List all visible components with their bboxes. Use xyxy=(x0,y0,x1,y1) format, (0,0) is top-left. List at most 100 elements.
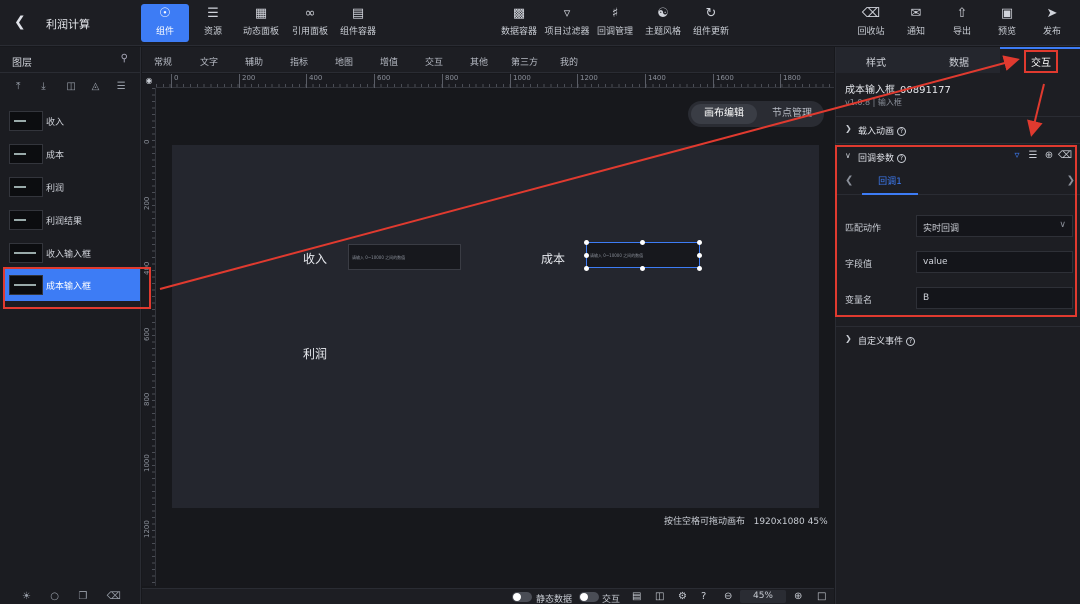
ruler-label: 1200 xyxy=(580,74,598,82)
help-icon[interactable]: ? xyxy=(701,591,706,602)
tab-text[interactable]: 文字 xyxy=(200,55,218,68)
layer-align-toolbar: ⤒ ⤓ ◫ ◬ ☰ xyxy=(16,81,139,92)
data-container-button[interactable]: ▩ 数据容器 xyxy=(495,4,543,42)
layer-item-profit-result[interactable]: 利润结果 xyxy=(4,205,140,235)
custom-event-section[interactable]: ❯ 自定义事件? xyxy=(836,326,1080,352)
tab-value-added[interactable]: 增值 xyxy=(380,55,398,68)
resize-handle[interactable] xyxy=(697,266,702,271)
component-container-button[interactable]: ▤ 组件容器 xyxy=(334,4,382,42)
add-icon[interactable]: ⊕ xyxy=(1041,150,1057,161)
canvas-hint: 按住空格可拖动画布 1920x1080 45% xyxy=(664,514,828,527)
cost-text[interactable]: 成本 xyxy=(541,250,565,267)
callback-manage-button[interactable]: ♯ 回调管理 xyxy=(591,4,639,42)
lightbulb-icon[interactable]: ☀ xyxy=(22,591,47,602)
resize-handle[interactable] xyxy=(697,240,702,245)
cost-input-component[interactable]: 请输入 0~10000 之间的数值 xyxy=(586,242,700,268)
zoom-in-icon[interactable]: ⊕ xyxy=(794,591,802,602)
help-icon[interactable]: ? xyxy=(897,154,907,163)
eye-icon[interactable]: ◉ xyxy=(142,74,156,88)
zoom-out-icon[interactable]: ⊖ xyxy=(724,591,732,602)
filter-icon[interactable]: ▿ xyxy=(1009,150,1025,161)
interaction-toggle[interactable] xyxy=(579,592,599,602)
layer-item-cost[interactable]: 成本 xyxy=(4,139,140,169)
layer-thumbnail xyxy=(9,210,43,230)
resize-handle[interactable] xyxy=(640,240,645,245)
list-icon[interactable]: ☰ xyxy=(1025,150,1041,161)
income-text[interactable]: 收入 xyxy=(303,250,327,267)
export-button[interactable]: ⇧ 导出 xyxy=(938,4,986,42)
match-action-select[interactable]: 实时回调 ∨ xyxy=(916,215,1073,237)
delete-icon[interactable]: ⌫ xyxy=(107,591,132,602)
zoom-level-input[interactable]: 45% xyxy=(740,590,786,603)
canvas-edit-button[interactable]: 画布编辑 xyxy=(691,104,757,124)
profit-text[interactable]: 利润 xyxy=(303,345,327,362)
income-input-component[interactable]: 请输入 0~10000 之间的数值 xyxy=(348,244,461,270)
drag-hint-text: 按住空格可拖动画布 xyxy=(664,517,746,527)
layer-item-profit[interactable]: 利润 xyxy=(4,172,140,202)
resize-handle[interactable] xyxy=(584,253,589,258)
component-update-button[interactable]: ↻ 组件更新 xyxy=(687,4,735,42)
gear-icon[interactable]: ⚙ xyxy=(678,591,687,602)
palette-icon: ☯ xyxy=(657,6,669,21)
project-title: 利润计算 xyxy=(46,18,90,31)
tab-interaction[interactable]: 交互 xyxy=(425,55,443,68)
resize-handle[interactable] xyxy=(697,253,702,258)
node-manage-button[interactable]: 节点管理 xyxy=(764,104,820,124)
layers-panel: 图层 ⚲ ⤒ ⤓ ◫ ◬ ☰ 收入 成本 利润 利润结果 收入输入框 成本输入框… xyxy=(0,47,141,604)
tab-map[interactable]: 地图 xyxy=(335,55,353,68)
resize-handle[interactable] xyxy=(640,266,645,271)
tab-third-party[interactable]: 第三方 xyxy=(511,55,538,68)
layer-item-cost-input[interactable]: 成本输入框 xyxy=(4,269,140,301)
dashboard-icon: ▦ xyxy=(254,6,268,21)
tab-indicator[interactable]: 指标 xyxy=(290,55,308,68)
tab-callback-1[interactable]: 回调1 xyxy=(862,169,918,195)
monitor-icon[interactable]: ▤ xyxy=(632,591,641,602)
recycle-bin-button[interactable]: ⌫ 回收站 xyxy=(847,4,895,42)
ungroup-icon[interactable]: ◬ xyxy=(92,81,114,92)
tab-general[interactable]: 常规 xyxy=(154,55,172,68)
tab-other[interactable]: 其他 xyxy=(470,55,488,68)
trash-icon[interactable]: ⌫ xyxy=(1057,150,1073,161)
list-icon[interactable]: ☰ xyxy=(117,81,139,92)
tab-mine[interactable]: 我的 xyxy=(560,55,578,68)
tab-style[interactable]: 样式 xyxy=(866,54,886,69)
preview-button[interactable]: ▣ 预览 xyxy=(983,4,1031,42)
component-icon: ☉ xyxy=(159,6,171,21)
resize-handle[interactable] xyxy=(584,266,589,271)
reference-panel-button[interactable]: ∞ 引用面板 xyxy=(286,4,334,42)
group-icon[interactable]: ◫ xyxy=(66,81,88,92)
chevron-left-icon[interactable]: ❮ xyxy=(845,175,853,186)
help-icon[interactable]: ? xyxy=(897,127,907,136)
dynamic-panel-button[interactable]: ▦ 动态面板 xyxy=(237,4,285,42)
fit-screen-icon[interactable]: □ xyxy=(817,591,826,602)
theme-style-button[interactable]: ☯ 主题风格 xyxy=(639,4,687,42)
design-stage[interactable]: 收入 请输入 0~10000 之间的数值 成本 请输入 0~10000 之间的数… xyxy=(172,145,819,508)
move-top-icon[interactable]: ⤒ xyxy=(16,81,38,92)
field-value-input[interactable]: value xyxy=(916,251,1073,273)
load-animation-section[interactable]: ❯ 载入动画? xyxy=(836,116,1080,142)
project-filter-label: 项目过滤器 xyxy=(544,27,590,37)
tab-data[interactable]: 数据 xyxy=(949,54,969,69)
lock-icon[interactable]: ○ xyxy=(50,591,75,602)
component-button[interactable]: ☉ 组件 xyxy=(141,4,189,42)
chevron-right-icon[interactable]: ❯ xyxy=(1067,175,1075,186)
ruler-label: 600 xyxy=(377,74,391,82)
variable-name-input[interactable]: B xyxy=(916,287,1073,309)
layer-item-income[interactable]: 收入 xyxy=(4,106,140,136)
help-icon[interactable]: ? xyxy=(906,337,916,346)
layer-item-income-input[interactable]: 收入输入框 xyxy=(4,238,140,268)
back-arrow-icon[interactable]: ❮ xyxy=(14,14,26,30)
search-icon[interactable]: ⚲ xyxy=(121,53,128,64)
copy-icon[interactable]: ❐ xyxy=(78,591,103,602)
tab-interaction-settings[interactable]: 交互 xyxy=(1031,54,1051,69)
tab-auxiliary[interactable]: 辅助 xyxy=(245,55,263,68)
move-bottom-icon[interactable]: ⤓ xyxy=(41,81,63,92)
publish-button[interactable]: ➤ 发布 xyxy=(1028,4,1076,42)
notification-button[interactable]: ✉ 通知 xyxy=(892,4,940,42)
static-data-toggle[interactable] xyxy=(512,592,532,602)
callback-params-section[interactable]: ∨ 回调参数? ▿ ☰ ⊕ ⌫ xyxy=(836,143,1080,169)
panel-icon[interactable]: ◫ xyxy=(655,591,664,602)
resource-button[interactable]: ☰ 资源 xyxy=(189,4,237,42)
project-filter-button[interactable]: ▿ 项目过滤器 xyxy=(543,4,591,42)
resize-handle[interactable] xyxy=(584,240,589,245)
